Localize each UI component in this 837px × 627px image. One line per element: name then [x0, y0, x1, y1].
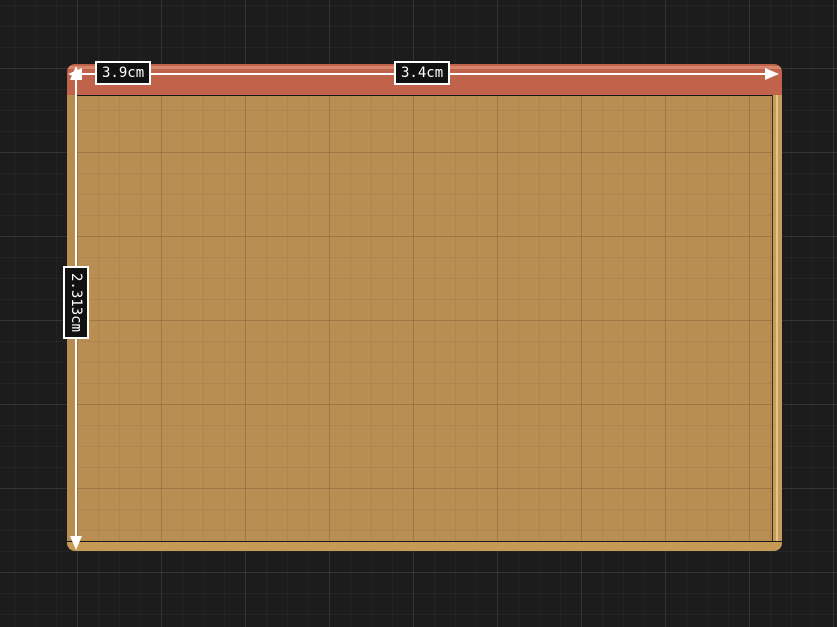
- width-dimension-label[interactable]: 3.4cm: [394, 61, 451, 85]
- bottom-edge-strip[interactable]: [67, 541, 782, 551]
- part-grid-overlay: [67, 64, 782, 551]
- height-dimension-arrow-up-icon: [70, 66, 82, 80]
- height-dimension-arrow-down-icon: [70, 536, 82, 550]
- workpiece-part[interactable]: [67, 64, 782, 551]
- width-dimension-arrow-right-icon: [765, 68, 779, 80]
- top-left-dimension-label[interactable]: 3.9cm: [95, 61, 152, 85]
- right-edge-strip[interactable]: [772, 95, 782, 542]
- height-dimension-label[interactable]: 2.313cm: [63, 266, 89, 340]
